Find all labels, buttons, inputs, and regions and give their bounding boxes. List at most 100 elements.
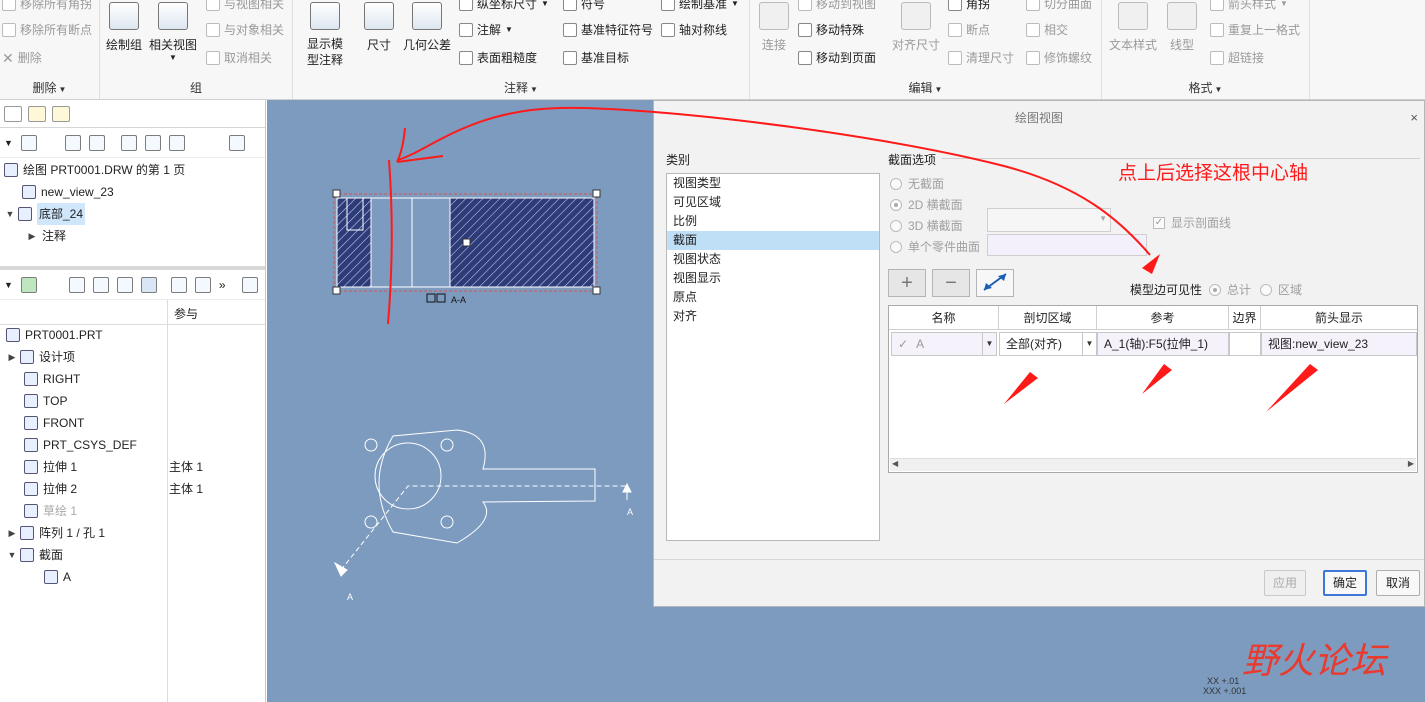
radio-visibility-area[interactable]: 区域 <box>1260 281 1302 298</box>
chevron-right-icon[interactable]: ▶ <box>26 225 38 247</box>
ribbon-group-annotate-label[interactable]: 注释 ▼ <box>293 79 749 96</box>
tree-row-feature[interactable]: RIGHT <box>22 368 80 390</box>
symbol-button[interactable]: 符号 <box>563 0 605 14</box>
align-dimensions-button[interactable]: 对齐尺寸 <box>888 0 944 53</box>
column-header-reference[interactable]: 参考 <box>1097 306 1229 330</box>
column-header-name[interactable]: 名称 <box>889 306 999 330</box>
handle[interactable] <box>462 238 471 247</box>
tree-filter-icon[interactable] <box>116 276 133 293</box>
category-item[interactable]: 视图类型 <box>667 174 879 193</box>
remove-all-jogs-button[interactable]: 移除所有角拐 <box>2 0 92 14</box>
tree-row-feature[interactable]: 拉伸 1 <box>22 456 77 478</box>
delete-button[interactable]: ✕ 删除 <box>2 48 42 68</box>
chevron-down-icon[interactable]: ▼ <box>4 280 13 290</box>
move-to-view-button[interactable]: 移动到视图 <box>798 0 876 14</box>
ribbon-group-edit-label[interactable]: 编辑 ▼ <box>750 79 1101 96</box>
tree-row-root[interactable]: PRT0001.PRT <box>4 324 103 346</box>
tree-row-feature[interactable]: ▶ 阵列 1 / 孔 1 <box>6 522 105 544</box>
tree-row-feature[interactable]: TOP <box>22 390 67 412</box>
cosmetic-thread-button[interactable]: 修饰螺纹 <box>1026 48 1092 68</box>
datum-feature-symbol-button[interactable]: 基准特征符号 <box>563 20 653 40</box>
draw-group-button[interactable]: 绘制组 <box>104 0 144 53</box>
category-item[interactable]: 比例 <box>667 212 879 231</box>
handle[interactable] <box>332 189 341 198</box>
more-icon[interactable]: » <box>219 278 226 292</box>
column-header-arrow-display[interactable]: 箭头显示 <box>1261 306 1417 330</box>
ordinate-dimension-button[interactable]: 纵坐标尺寸 ▼ <box>459 0 549 14</box>
favorites-tab-icon[interactable] <box>52 105 70 122</box>
apply-button[interactable]: 应用 <box>1264 570 1306 596</box>
horizontal-scrollbar[interactable]: ◀ ▶ <box>890 458 1416 471</box>
show-model-annotations-button[interactable]: 显示模型注释 <box>297 0 353 68</box>
chevron-down-icon[interactable]: ▼ <box>1082 333 1096 355</box>
datum-target-button[interactable]: 基准目标 <box>563 48 629 68</box>
category-item[interactable]: 可见区域 <box>667 193 879 212</box>
frame-icon[interactable] <box>144 134 161 151</box>
remove-all-breaks-button[interactable]: 移除所有断点 <box>2 20 92 40</box>
list-icon[interactable] <box>64 134 81 151</box>
remove-section-button[interactable]: − <box>932 269 970 297</box>
category-item[interactable]: 对齐 <box>667 307 879 326</box>
text-style-button[interactable]: 文本样式 <box>1106 0 1160 53</box>
column-header-boundary[interactable]: 边界 <box>1229 306 1261 330</box>
list-icon[interactable] <box>92 276 109 293</box>
settings-page-icon[interactable] <box>228 134 245 151</box>
geometric-tolerance-button[interactable]: 几何公差 <box>401 0 453 53</box>
section-view[interactable]: A-A <box>332 189 601 305</box>
show-section-lines-checkbox[interactable]: ✓ 显示剖面线 <box>1153 214 1231 231</box>
arrow-style-button[interactable]: 箭头样式 ▼ <box>1210 0 1288 14</box>
cut-area-cell[interactable]: 全部(对齐) ▼ <box>999 332 1097 356</box>
radio-3d-section[interactable]: 3D 横截面 <box>890 217 963 234</box>
boundary-cell[interactable] <box>1229 332 1261 356</box>
tree-row-drawing-sheet[interactable]: 绘图 PRT0001.DRW 的第 1 页 <box>2 159 185 181</box>
move-special-button[interactable]: 移动特殊 <box>798 20 864 40</box>
radio-visibility-total[interactable]: 总计 <box>1209 281 1251 298</box>
tree-row-feature[interactable]: PRT_CSYS_DEF <box>22 434 137 456</box>
cleanup-dimensions-button[interactable]: 清理尺寸 <box>948 48 1014 68</box>
sketch-datum-button[interactable]: 绘制基准 ▼ <box>661 0 739 14</box>
connect-button[interactable]: 连接 <box>754 0 794 53</box>
folder-browser-tab-icon[interactable] <box>28 105 46 122</box>
flip-direction-button[interactable] <box>976 269 1014 297</box>
radio-no-section[interactable]: 无截面 <box>890 175 944 192</box>
ribbon-group-format-label[interactable]: 格式 ▼ <box>1102 79 1309 96</box>
hyperlink-button[interactable]: 超链接 <box>1210 48 1264 68</box>
handle[interactable] <box>332 286 341 295</box>
chevron-down-icon[interactable]: ▼ <box>4 138 13 148</box>
column-header-cut-area[interactable]: 剖切区域 <box>999 306 1097 330</box>
repeat-last-format-button[interactable]: 重复上一格式 <box>1210 20 1300 40</box>
radio-2d-section[interactable]: 2D 横截面 <box>890 196 963 213</box>
chevron-left-icon[interactable]: ◀ <box>892 459 898 468</box>
tree-filter-icon[interactable] <box>88 134 105 151</box>
category-item[interactable]: 视图显示 <box>667 269 879 288</box>
columns-settings-icon[interactable] <box>194 276 211 293</box>
tree-row-feature[interactable]: ▼ 截面 <box>6 544 63 566</box>
single-part-surface-field[interactable] <box>987 234 1147 256</box>
tree-row-feature[interactable]: A <box>42 566 71 588</box>
settings-page-icon[interactable] <box>241 276 258 293</box>
tree-row-feature[interactable]: 草绘 1 <box>22 500 77 522</box>
axis-symmetry-line-button[interactable]: 轴对称线 <box>661 20 727 40</box>
chevron-down-icon[interactable]: ▼ <box>982 333 996 355</box>
drawing-tree-icon[interactable] <box>20 134 37 151</box>
handle[interactable] <box>592 286 601 295</box>
column-divider[interactable] <box>167 300 168 702</box>
chevron-right-icon[interactable]: ▶ <box>6 522 18 544</box>
category-item[interactable]: 截面 <box>667 231 879 250</box>
split-surface-button[interactable]: 切分曲面 <box>1026 0 1092 14</box>
tree-row-feature[interactable]: ▶ 设计项 <box>6 346 75 368</box>
tree-row-view[interactable]: ▼ 底部_24 <box>4 203 86 225</box>
reference-cell[interactable]: A_1(轴):F5(拉伸_1) <box>1097 332 1229 356</box>
handle[interactable] <box>592 189 601 198</box>
add-section-button[interactable]: + <box>888 269 926 297</box>
chevron-right-icon[interactable]: ▶ <box>6 346 18 368</box>
dimension-button[interactable]: 尺寸 <box>359 0 399 53</box>
close-icon[interactable]: × <box>1410 101 1418 135</box>
chevron-right-icon[interactable]: ▶ <box>1408 459 1414 468</box>
layers-icon[interactable] <box>168 134 185 151</box>
intersect-button[interactable]: 相交 <box>1026 20 1068 40</box>
filter-icon[interactable] <box>170 276 187 293</box>
relate-to-object-button[interactable]: 与对象相关 <box>206 20 284 40</box>
chevron-down-icon[interactable]: ▼ <box>6 544 18 566</box>
move-to-sheet-button[interactable]: 移动到页面 <box>798 48 876 68</box>
